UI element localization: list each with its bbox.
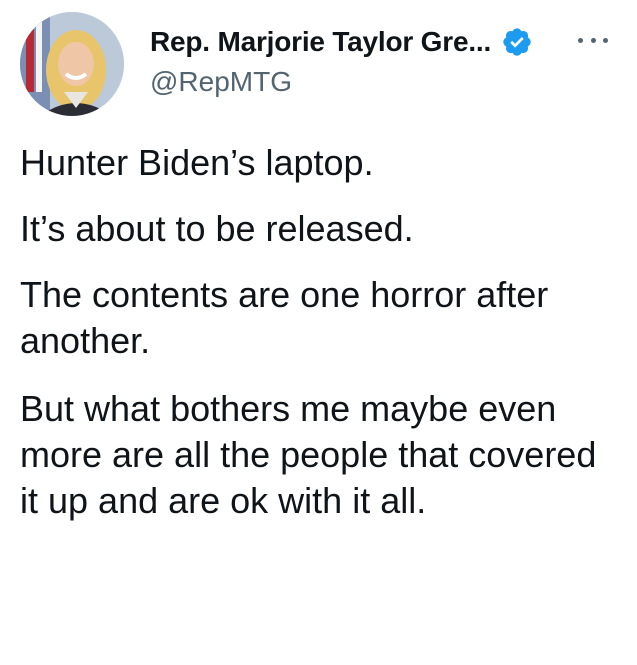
more-dot — [578, 37, 583, 43]
tweet-text: Hunter Biden’s laptop. It’s about to be … — [20, 140, 620, 544]
tweet-paragraph: But what bothers me maybe even more are … — [20, 388, 597, 521]
display-name[interactable]: Rep. Marjorie Taylor Gre... — [150, 26, 491, 58]
verified-badge-icon — [501, 26, 533, 58]
name-row: Rep. Marjorie Taylor Gre... — [150, 20, 610, 64]
profile-avatar[interactable] — [20, 12, 124, 116]
tweet-paragraph: The contents are one horror after anothe… — [20, 274, 549, 361]
tweet-paragraph: Hunter Biden’s laptop. — [20, 142, 374, 183]
tweet-header: Rep. Marjorie Taylor Gre... @RepMTG — [20, 12, 620, 116]
more-dot — [590, 37, 596, 43]
tweet-card: Rep. Marjorie Taylor Gre... @RepMTG Hunt… — [0, 0, 637, 665]
author-handle[interactable]: @RepMTG — [150, 66, 610, 98]
more-options-icon[interactable] — [578, 30, 608, 50]
more-dot — [603, 37, 608, 43]
avatar-image — [20, 12, 124, 116]
tweet-paragraph: It’s about to be released. — [20, 208, 414, 249]
author-info: Rep. Marjorie Taylor Gre... @RepMTG — [150, 20, 610, 98]
